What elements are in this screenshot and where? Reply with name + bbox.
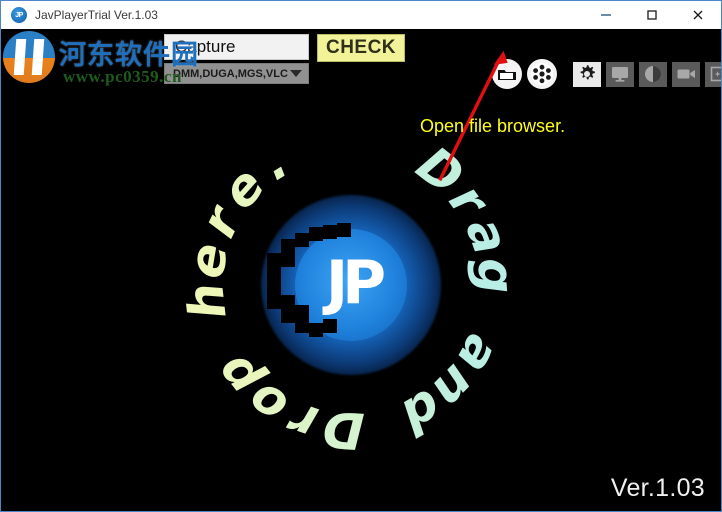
circular-text-glyph: e (176, 239, 240, 283)
capture-group: Capture DMM,DUGA,MGS,VLC (164, 34, 309, 84)
gear-settings-icon[interactable] (573, 61, 601, 87)
folder-open-icon[interactable] (492, 59, 522, 89)
window-controls (583, 1, 721, 29)
chevron-down-icon (290, 70, 302, 77)
disc-reel-icon[interactable] (527, 59, 557, 89)
circular-text-glyph (369, 396, 399, 456)
annotation-label: Open file browser. (420, 116, 566, 136)
jp-logo-icon (11, 7, 27, 23)
source-select-value: DMM,DUGA,MGS,VLC (173, 67, 288, 80)
close-icon[interactable] (675, 1, 721, 29)
version-label: Ver.1.03 (610, 474, 705, 502)
maximize-icon[interactable] (629, 1, 675, 29)
minimize-icon[interactable] (583, 1, 629, 29)
circular-drag-drop-text: Drag and Drop here. (161, 95, 541, 475)
contrast-icon[interactable] (639, 61, 667, 87)
capture-input[interactable]: Capture (164, 34, 309, 60)
video-camera-icon[interactable] (672, 61, 700, 87)
source-select[interactable]: DMM,DUGA,MGS,VLC (164, 63, 309, 84)
snapshot-icon[interactable] (705, 61, 721, 87)
circular-text-glyph: D (321, 399, 366, 460)
title-bar: JavPlayerTrial Ver.1.03 (1, 1, 721, 29)
drag-drop-zone[interactable]: JP Drag and Drop here. (161, 95, 541, 475)
circular-text-glyph: h (176, 280, 238, 323)
app-window: JavPlayerTrial Ver.1.03 JP Drag and Drop… (0, 0, 722, 512)
window-title: JavPlayerTrial Ver.1.03 (35, 8, 158, 22)
check-button[interactable]: CHECK (317, 34, 405, 62)
circular-text-glyph (462, 301, 522, 331)
icon-toolbar (492, 59, 721, 89)
video-canvas[interactable]: JP Drag and Drop here. 河东软件园 www.pc0359.… (1, 29, 721, 511)
circular-text-glyph: g (465, 256, 526, 296)
toolbar: Capture DMM,DUGA,MGS,VLC CHECK (1, 29, 721, 91)
monitor-display-icon[interactable] (606, 61, 634, 87)
